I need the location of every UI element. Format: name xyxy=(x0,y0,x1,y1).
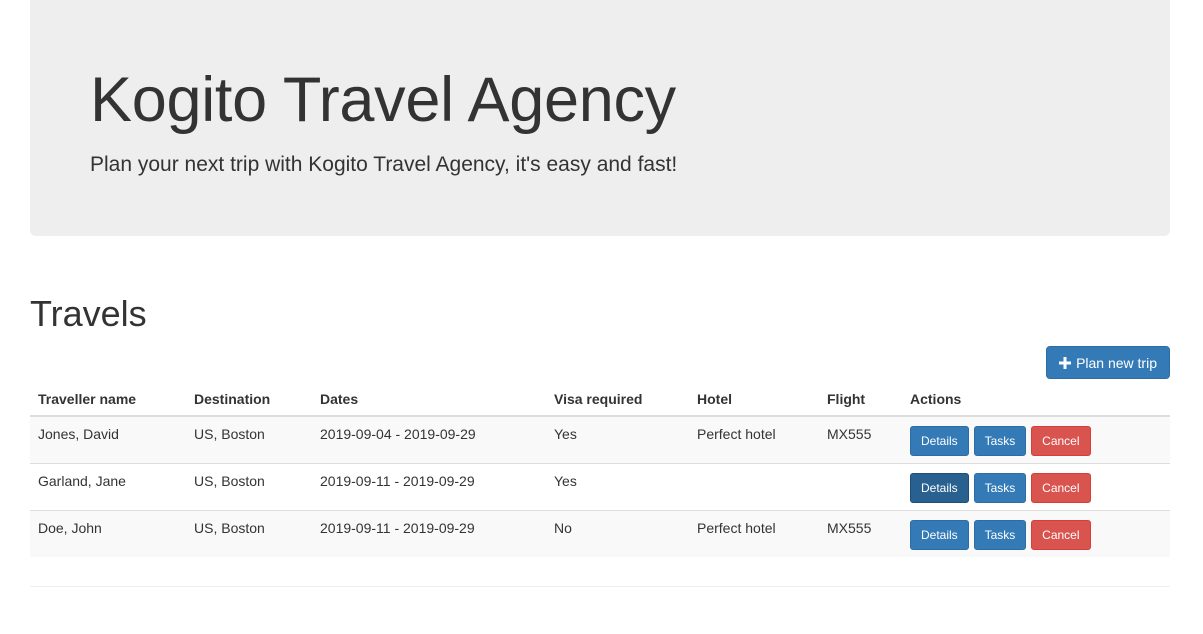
flight-cell: MX555 xyxy=(819,415,902,463)
dates-cell: 2019-09-04 - 2019-09-29 xyxy=(312,415,546,463)
column-header-flight: Flight xyxy=(819,383,902,417)
travels-heading: Travels xyxy=(30,293,147,334)
dates-cell: 2019-09-11 - 2019-09-29 xyxy=(312,509,546,557)
table-row: Doe, John US, Boston 2019-09-11 - 2019-0… xyxy=(30,509,1170,557)
plan-new-trip-label: Plan new trip xyxy=(1076,354,1157,371)
jumbotron: Kogito Travel Agency Plan your next trip… xyxy=(30,0,1170,236)
footer-divider xyxy=(30,586,1170,587)
cancel-button[interactable]: Cancel xyxy=(1031,472,1091,503)
details-button[interactable]: Details xyxy=(910,519,969,550)
dates-cell: 2019-09-11 - 2019-09-29 xyxy=(312,462,546,510)
details-button[interactable]: Details xyxy=(910,426,969,456)
traveller-cell: Garland, Jane xyxy=(30,462,186,510)
table-header-row: Traveller name Destination Dates Visa re… xyxy=(30,383,1170,417)
visa-cell: Yes xyxy=(546,462,689,510)
destination-cell: US, Boston xyxy=(186,462,312,510)
plus-icon xyxy=(1059,356,1072,369)
hotel-cell xyxy=(689,462,819,510)
traveller-cell: Doe, John xyxy=(30,509,186,557)
tasks-button[interactable]: Tasks xyxy=(973,472,1027,503)
traveller-cell: Jones, David xyxy=(30,415,186,463)
page-subtitle: Plan your next trip with Kogito Travel A… xyxy=(90,153,678,177)
page-title: Kogito Travel Agency xyxy=(90,65,676,135)
tasks-button[interactable]: Tasks xyxy=(973,519,1027,550)
hotel-cell: Perfect hotel xyxy=(689,415,819,463)
column-header-destination: Destination xyxy=(186,383,312,417)
actions-cell: Details Tasks Cancel xyxy=(902,462,1170,510)
destination-cell: US, Boston xyxy=(186,509,312,557)
table-row: Jones, David US, Boston 2019-09-04 - 201… xyxy=(30,415,1170,463)
column-header-actions: Actions xyxy=(902,383,1170,417)
column-header-visa: Visa required xyxy=(546,383,689,417)
tasks-button[interactable]: Tasks xyxy=(973,426,1027,456)
destination-cell: US, Boston xyxy=(186,415,312,463)
plan-new-trip-button[interactable]: Plan new trip xyxy=(1046,346,1170,379)
column-header-dates: Dates xyxy=(312,383,546,417)
visa-cell: No xyxy=(546,509,689,557)
column-header-traveller: Traveller name xyxy=(30,383,186,417)
table-row: Garland, Jane US, Boston 2019-09-11 - 20… xyxy=(30,462,1170,510)
actions-cell: Details Tasks Cancel xyxy=(902,415,1170,463)
page-container: Kogito Travel Agency Plan your next trip… xyxy=(30,0,1170,587)
visa-cell: Yes xyxy=(546,415,689,463)
travels-table: Traveller name Destination Dates Visa re… xyxy=(30,383,1170,557)
flight-cell xyxy=(819,462,902,510)
hotel-cell: Perfect hotel xyxy=(689,509,819,557)
cancel-button[interactable]: Cancel xyxy=(1031,426,1091,456)
cancel-button[interactable]: Cancel xyxy=(1031,519,1091,550)
details-button[interactable]: Details xyxy=(910,472,969,503)
flight-cell: MX555 xyxy=(819,509,902,557)
column-header-hotel: Hotel xyxy=(689,383,819,417)
actions-cell: Details Tasks Cancel xyxy=(902,509,1170,557)
